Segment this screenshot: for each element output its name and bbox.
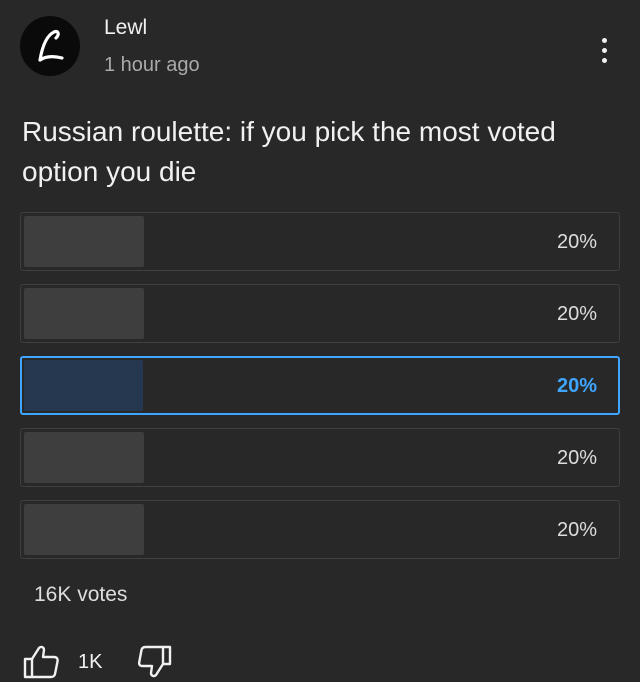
poll-option-fill xyxy=(24,432,144,483)
poll-option-percent: 20% xyxy=(556,375,597,397)
poll-options: 20% 20% 20% 20% 20% xyxy=(20,212,620,572)
thumbs-down-icon[interactable] xyxy=(138,645,172,679)
poll-option[interactable]: 20% xyxy=(20,356,620,415)
avatar[interactable] xyxy=(20,16,80,76)
poll-option[interactable]: 20% xyxy=(20,500,620,559)
like-count: 1K xyxy=(78,650,103,673)
author-name[interactable]: Lewl xyxy=(104,16,147,40)
more-vertical-icon[interactable] xyxy=(594,30,614,70)
post-timestamp: 1 hour ago xyxy=(104,54,200,76)
poll-option-percent: 20% xyxy=(556,519,597,541)
poll-option-percent: 20% xyxy=(556,231,597,253)
poll-option-fill xyxy=(24,216,144,267)
poll-option-fill xyxy=(24,504,144,555)
action-bar: 1K xyxy=(22,642,172,682)
thumbs-up-icon[interactable] xyxy=(22,644,60,680)
poll-option[interactable]: 20% xyxy=(20,428,620,487)
vote-count: 16K votes xyxy=(34,583,128,606)
poll-option-percent: 20% xyxy=(556,447,597,469)
poll-option-fill xyxy=(24,360,143,411)
community-post: Lewl 1 hour ago Russian roulette: if you… xyxy=(0,0,640,682)
poll-question: Russian roulette: if you pick the most v… xyxy=(22,116,556,187)
poll-option-percent: 20% xyxy=(556,303,597,325)
poll-option[interactable]: 20% xyxy=(20,284,620,343)
poll-option[interactable]: 20% xyxy=(20,212,620,271)
avatar-logo xyxy=(38,29,64,62)
poll-option-fill xyxy=(24,288,144,339)
